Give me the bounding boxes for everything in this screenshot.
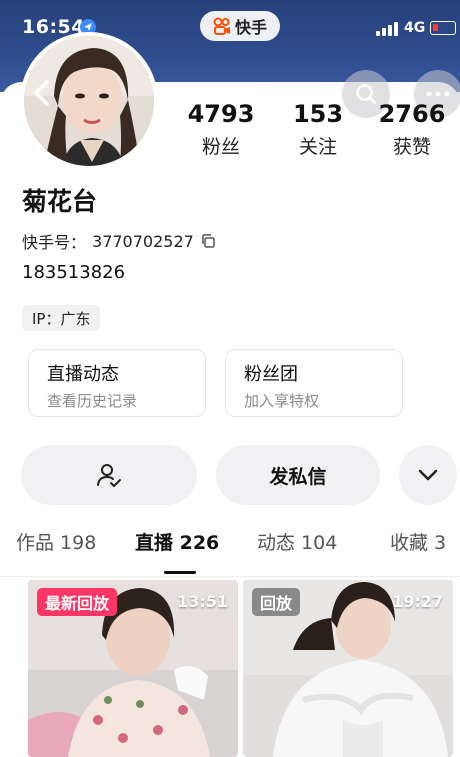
stat-label: 关注 — [298, 136, 337, 158]
kuaishou-logo-icon — [213, 17, 230, 35]
profile-stats: 4793 粉丝 153 关注 2766 获赞 — [176, 100, 460, 160]
feature-title: 粉丝团 — [244, 364, 298, 385]
app-badge[interactable]: 快手 — [200, 11, 280, 41]
stat-following[interactable]: 153 关注 — [273, 100, 363, 159]
video-duration: 19:27 — [392, 592, 443, 611]
profile-bio: 183513826 — [22, 262, 126, 283]
fan-club-card[interactable]: 粉丝团 加入享特权 — [225, 349, 403, 417]
replay-badge: 回放 — [252, 588, 301, 616]
tab-works[interactable]: 作品 198 — [16, 528, 96, 555]
live-history-card[interactable]: 直播动态 查看历史记录 — [28, 349, 206, 417]
latest-replay-badge: 最新回放 — [37, 588, 118, 616]
expand-button[interactable] — [399, 445, 457, 505]
ip-location-tag: IP：广东 — [22, 305, 101, 331]
back-chevron-icon[interactable] — [28, 78, 58, 108]
chevron-down-icon — [418, 469, 438, 481]
stat-label: 获赞 — [392, 136, 431, 158]
active-tab-indicator — [164, 571, 196, 574]
tab-favorites[interactable]: 收藏 3 — [390, 528, 446, 555]
stat-label: 粉丝 — [201, 136, 240, 158]
kuaishou-id-value: 3770702527 — [92, 231, 194, 251]
tab-live[interactable]: 直播 226 — [135, 528, 219, 555]
profile-name: 菊花台 — [22, 187, 98, 216]
stat-value: 4793 — [187, 100, 255, 128]
stat-value: 153 — [292, 100, 344, 128]
video-thumbnail[interactable]: 最新回放 13:51 — [28, 580, 238, 757]
ellipsis-icon — [426, 91, 450, 97]
network-type: 4G — [404, 20, 426, 36]
signal-icon — [376, 22, 398, 36]
send-message-button[interactable]: 发私信 — [216, 445, 380, 505]
content-tabs: 作品 198 直播 226 动态 104 收藏 3 — [0, 528, 460, 568]
divider — [0, 576, 460, 577]
user-check-icon — [97, 464, 121, 487]
follow-status-button[interactable] — [21, 445, 197, 505]
kuaishou-id-label: 快手号： — [22, 233, 87, 252]
kuaishou-id-row[interactable]: 快手号： 3770702527 — [22, 229, 216, 253]
video-duration: 13:51 — [177, 592, 228, 611]
stat-value: 2766 — [378, 100, 446, 128]
tab-moments[interactable]: 动态 104 — [257, 528, 337, 555]
feature-subtitle: 加入享特权 — [244, 392, 320, 410]
feature-subtitle: 查看历史记录 — [47, 392, 138, 410]
app-name: 快手 — [234, 18, 267, 37]
video-thumbnail[interactable]: 回放 19:27 — [243, 580, 453, 757]
stat-fans[interactable]: 4793 粉丝 — [176, 100, 266, 159]
stat-likes[interactable]: 2766 获赞 — [367, 100, 457, 159]
feature-title: 直播动态 — [47, 364, 119, 385]
battery-icon — [430, 21, 456, 35]
copy-icon[interactable] — [200, 233, 216, 249]
